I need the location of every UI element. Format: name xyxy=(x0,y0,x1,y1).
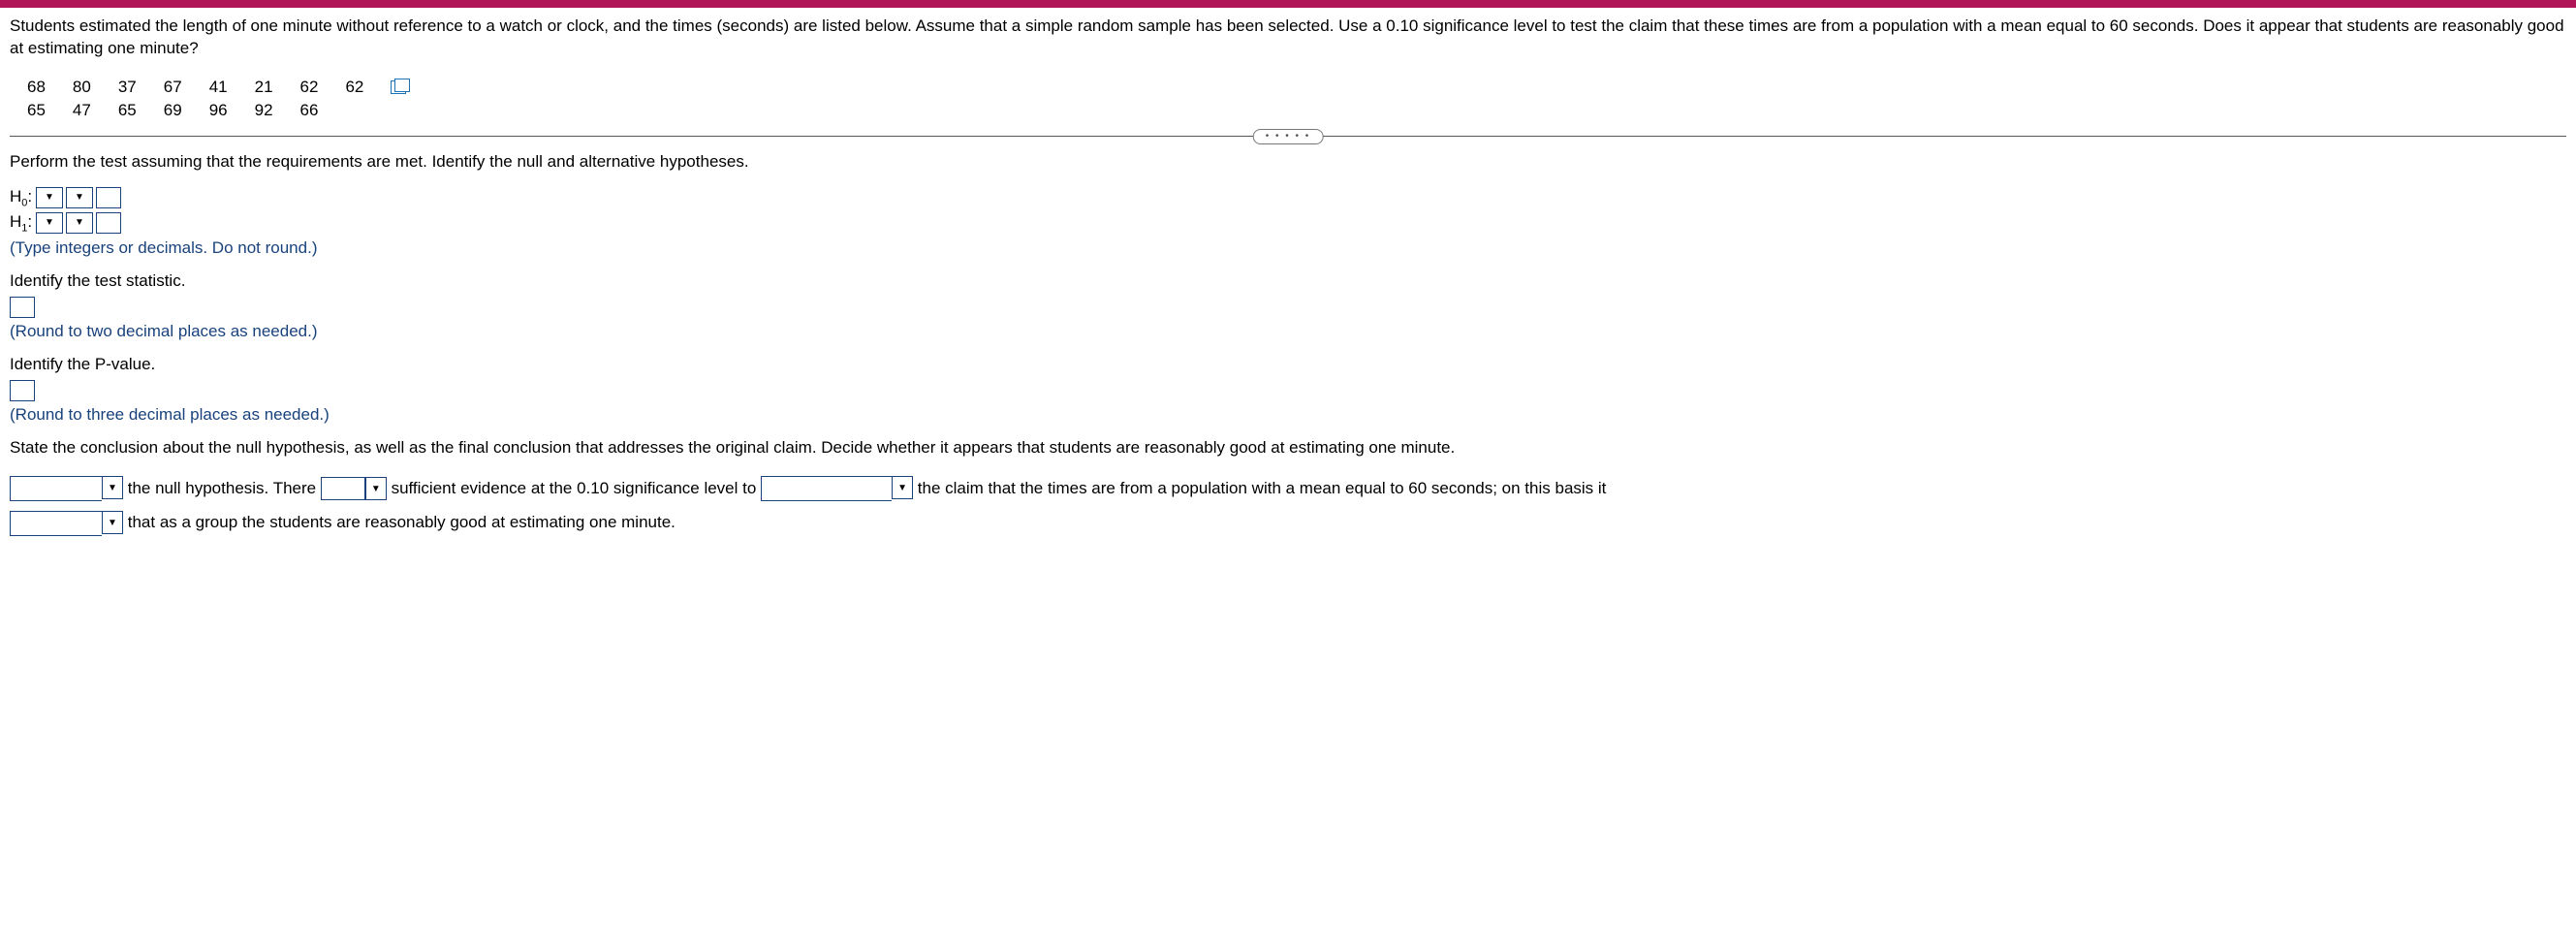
hypotheses-hint: (Type integers or decimals. Do not round… xyxy=(10,238,2566,258)
section-separator: • • • • • xyxy=(10,136,2566,137)
data-cell: 92 xyxy=(255,99,300,122)
reject-select[interactable] xyxy=(102,476,123,499)
copy-icon[interactable] xyxy=(391,80,406,94)
data-cell: 80 xyxy=(73,76,118,99)
isisnot-input[interactable] xyxy=(321,477,365,500)
content-area: Students estimated the length of one min… xyxy=(0,8,2576,583)
warrant-combo xyxy=(761,476,913,501)
data-cell: 37 xyxy=(118,76,164,99)
data-cell: 66 xyxy=(300,99,346,122)
data-cell: 68 xyxy=(27,76,73,99)
hypotheses-prompt: Perform the test assuming that the requi… xyxy=(10,152,2566,172)
appears-input[interactable] xyxy=(10,511,102,536)
data-cell: 41 xyxy=(209,76,255,99)
h1-label: H1: xyxy=(10,212,33,234)
isisnot-combo xyxy=(321,477,387,500)
test-statistic-input[interactable] xyxy=(10,297,35,318)
h0-row: H0: xyxy=(10,187,2566,208)
conclusion-sentence: the null hypothesis. There sufficient ev… xyxy=(10,471,2566,540)
conclusion-text-3: the claim that the times are from a popu… xyxy=(918,479,1607,497)
pvalue-input[interactable] xyxy=(10,380,35,401)
appears-select[interactable] xyxy=(102,511,123,534)
test-statistic-prompt: Identify the test statistic. xyxy=(10,271,2566,291)
h1-row: H1: xyxy=(10,212,2566,234)
reject-combo xyxy=(10,476,123,501)
warrant-select[interactable] xyxy=(892,476,913,499)
pvalue-section: Identify the P-value. (Round to three de… xyxy=(10,355,2566,425)
h0-label: H0: xyxy=(10,187,33,208)
test-statistic-hint: (Round to two decimal places as needed.) xyxy=(10,322,2566,341)
conclusion-text-2: sufficient evidence at the 0.10 signific… xyxy=(392,479,761,497)
hypotheses-section: Perform the test assuming that the requi… xyxy=(10,152,2566,258)
conclusion-text-4: that as a group the students are reasona… xyxy=(128,513,675,531)
data-cell: 67 xyxy=(164,76,209,99)
drag-handle-icon[interactable]: • • • • • xyxy=(1253,129,1324,144)
appears-combo xyxy=(10,511,123,536)
data-cell: 65 xyxy=(27,99,73,122)
table-row: 68 80 37 67 41 21 62 62 xyxy=(27,76,433,99)
h1-parameter-select[interactable] xyxy=(36,212,63,234)
problem-statement: Students estimated the length of one min… xyxy=(10,16,2566,60)
table-row: 65 47 65 69 96 92 66 xyxy=(27,99,433,122)
data-table: 68 80 37 67 41 21 62 62 65 47 65 69 96 9… xyxy=(27,76,433,122)
h0-value-input[interactable] xyxy=(96,187,121,208)
data-cell xyxy=(345,99,391,122)
h1-value-input[interactable] xyxy=(96,212,121,234)
h1-relation-select[interactable] xyxy=(66,212,93,234)
conclusion-section: State the conclusion about the null hypo… xyxy=(10,438,2566,540)
reject-input[interactable] xyxy=(10,476,102,501)
data-cell: 62 xyxy=(300,76,346,99)
data-cell: 65 xyxy=(118,99,164,122)
data-cell: 47 xyxy=(73,99,118,122)
h0-relation-select[interactable] xyxy=(66,187,93,208)
data-cell: 69 xyxy=(164,99,209,122)
h0-parameter-select[interactable] xyxy=(36,187,63,208)
conclusion-prompt: State the conclusion about the null hypo… xyxy=(10,438,2566,458)
pvalue-hint: (Round to three decimal places as needed… xyxy=(10,405,2566,425)
data-cell: 21 xyxy=(255,76,300,99)
conclusion-text-1: the null hypothesis. There xyxy=(128,479,321,497)
copy-cell xyxy=(391,76,433,99)
data-cell: 62 xyxy=(345,76,391,99)
warrant-input[interactable] xyxy=(761,476,892,501)
isisnot-select[interactable] xyxy=(365,477,387,500)
pvalue-prompt: Identify the P-value. xyxy=(10,355,2566,374)
test-statistic-section: Identify the test statistic. (Round to t… xyxy=(10,271,2566,341)
top-accent-bar xyxy=(0,0,2576,8)
data-cell: 96 xyxy=(209,99,255,122)
